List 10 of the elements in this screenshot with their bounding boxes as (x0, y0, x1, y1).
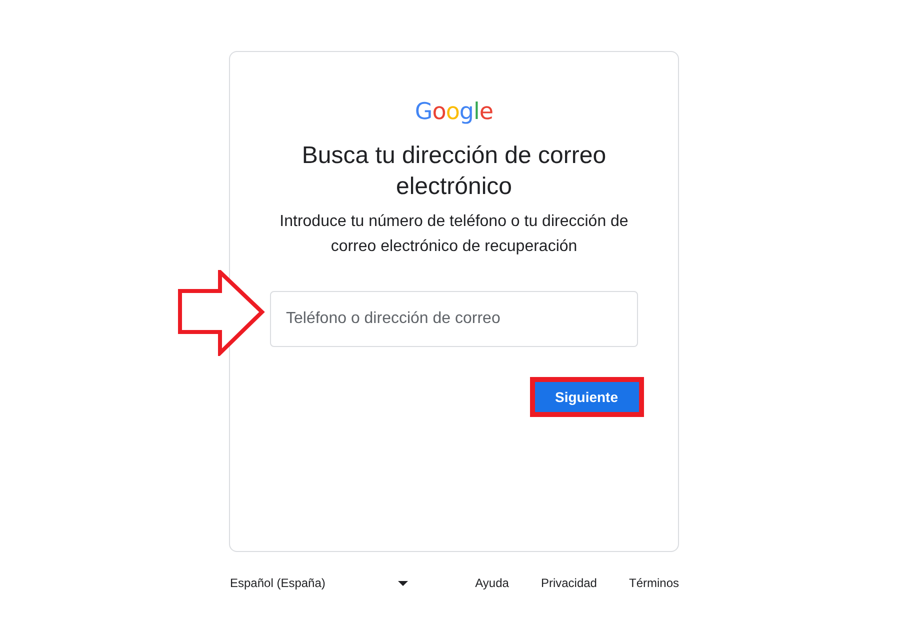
footer-link[interactable]: Privacidad (540, 575, 597, 591)
phone-email-input[interactable]: Teléfono o dirección de correo (270, 291, 638, 347)
wordmark-logo: Google (414, 98, 494, 127)
footer-link[interactable]: Términos (628, 575, 679, 591)
language-select[interactable]: Español (España) (229, 575, 408, 591)
footer-link[interactable]: Ayuda (475, 575, 509, 591)
page-heading: Busca tu dirección de correo electrónico (300, 141, 608, 202)
next-button[interactable]: Siguiente (534, 382, 638, 412)
instruction-text: Introduce tu número de teléfono o tu dirección de correo electrónico de recuperación (278, 212, 630, 257)
caret-icon (398, 580, 408, 586)
